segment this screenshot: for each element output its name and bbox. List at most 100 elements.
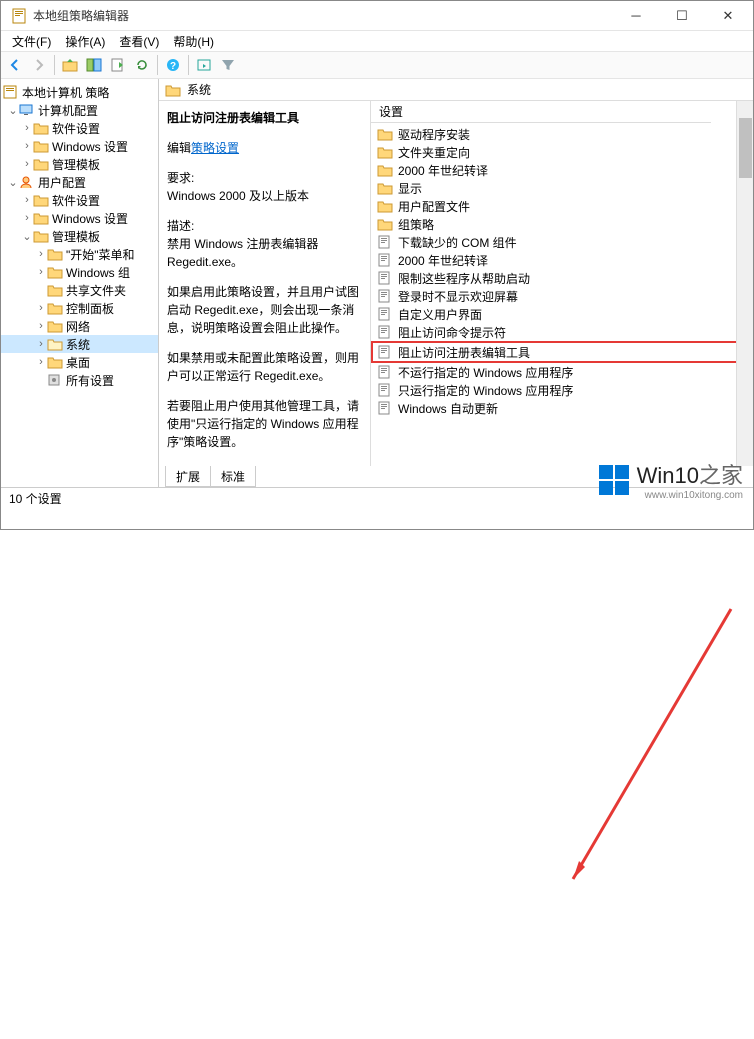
filter-button[interactable] <box>217 54 239 76</box>
expand-icon[interactable]: › <box>35 302 47 314</box>
tree-item[interactable]: ›软件设置 <box>1 119 158 137</box>
help-button[interactable]: ? <box>162 54 184 76</box>
tree-label: Windows 组 <box>66 264 130 281</box>
annotation-arrow <box>1 509 754 1039</box>
tree-item[interactable]: ›"开始"菜单和 <box>1 245 158 263</box>
policy-icon <box>3 85 19 99</box>
win-logo-icon <box>599 465 629 495</box>
item-label: 登录时不显示欢迎屏幕 <box>398 288 518 305</box>
refresh-button[interactable] <box>131 54 153 76</box>
folder-icon <box>377 199 393 213</box>
policy-icon <box>377 307 393 321</box>
forward-button[interactable] <box>28 54 50 76</box>
menubar: 文件(F) 操作(A) 查看(V) 帮助(H) <box>1 31 753 51</box>
separator <box>157 55 158 75</box>
expand-icon[interactable]: › <box>21 212 33 224</box>
expand-icon[interactable]: › <box>35 356 47 368</box>
list-item[interactable]: 2000 年世纪转译 <box>371 161 753 179</box>
tree-item[interactable]: › Windows 组 <box>1 263 158 281</box>
tree-item[interactable]: ›控制面板 <box>1 299 158 317</box>
folder-icon <box>377 181 393 195</box>
scrollbar-thumb[interactable] <box>739 118 752 178</box>
wm-brand: Win10 <box>637 463 699 488</box>
tree-item[interactable]: › 桌面 <box>1 353 158 371</box>
collapse-icon[interactable]: ⌄ <box>7 104 19 117</box>
list-item[interactable]: 下载缺少的 COM 组件 <box>371 233 753 251</box>
close-button[interactable]: ✕ <box>705 1 751 31</box>
tree-pane[interactable]: 本地计算机 策略 ⌄ 计算机配置 › 软件设置 ›Windows 设置 ›管理模板… <box>1 79 159 487</box>
scrollbar[interactable] <box>736 101 753 466</box>
up-button[interactable] <box>59 54 81 76</box>
tab-extended[interactable]: 扩展 <box>165 466 211 487</box>
folder-icon <box>33 121 49 135</box>
tree-item[interactable]: ›管理模板 <box>1 155 158 173</box>
header-title: 系统 <box>187 81 211 98</box>
menu-file[interactable]: 文件(F) <box>7 32 56 51</box>
collapse-icon[interactable]: ⌄ <box>7 176 19 189</box>
tree-item[interactable]: 共享文件夹 <box>1 281 158 299</box>
list-item[interactable]: 限制这些程序从帮助启动 <box>371 269 753 287</box>
back-button[interactable] <box>4 54 26 76</box>
expand-icon[interactable]: › <box>35 266 47 278</box>
tree-admin-templates[interactable]: ⌄管理模板 <box>1 227 158 245</box>
expand-icon[interactable]: › <box>21 122 33 134</box>
tree-label: 本地计算机 策略 <box>22 84 109 101</box>
tree-item-system[interactable]: ›系统 <box>1 335 158 353</box>
column-header[interactable]: 设置 <box>371 101 711 123</box>
settings-icon <box>47 373 63 387</box>
item-label: 2000 年世纪转译 <box>398 252 488 269</box>
collapse-icon[interactable]: ⌄ <box>21 230 33 243</box>
list-item[interactable]: Windows 自动更新 <box>371 399 753 417</box>
tree-label: 软件设置 <box>52 192 100 209</box>
item-label: Windows 自动更新 <box>398 400 498 417</box>
policy-icon <box>377 253 393 267</box>
tree-user-config[interactable]: ⌄ 用户配置 <box>1 173 158 191</box>
item-label: 阻止访问命令提示符 <box>398 324 506 341</box>
export-button[interactable] <box>107 54 129 76</box>
policy-settings-link[interactable]: 策略设置 <box>191 141 239 155</box>
list-item[interactable]: 2000 年世纪转译 <box>371 251 753 269</box>
expand-icon[interactable]: › <box>35 248 47 260</box>
tree-root[interactable]: 本地计算机 策略 <box>1 83 158 101</box>
menu-action[interactable]: 操作(A) <box>60 32 110 51</box>
list-item[interactable]: 登录时不显示欢迎屏幕 <box>371 287 753 305</box>
list-item[interactable]: 显示 <box>371 179 753 197</box>
list-item[interactable]: 用户配置文件 <box>371 197 753 215</box>
tab-standard[interactable]: 标准 <box>211 466 256 487</box>
menu-view[interactable]: 查看(V) <box>114 32 164 51</box>
maximize-button[interactable]: ☐ <box>659 1 705 31</box>
tree-item[interactable]: › 软件设置 <box>1 191 158 209</box>
expand-icon[interactable]: › <box>21 140 33 152</box>
expand-icon[interactable]: › <box>35 338 47 350</box>
tree-item[interactable]: ›Windows 设置 <box>1 137 158 155</box>
details-button[interactable] <box>193 54 215 76</box>
list-item[interactable]: 不运行指定的 Windows 应用程序 <box>371 363 753 381</box>
list-item[interactable]: 阻止访问命令提示符 <box>371 323 753 341</box>
list-item-highlighted[interactable]: 阻止访问注册表编辑工具 <box>371 341 753 363</box>
separator <box>54 55 55 75</box>
menu-help[interactable]: 帮助(H) <box>168 32 219 51</box>
item-label: 显示 <box>398 180 422 197</box>
tree-computer-config[interactable]: ⌄ 计算机配置 <box>1 101 158 119</box>
folder-icon <box>47 355 63 369</box>
show-hide-tree-button[interactable] <box>83 54 105 76</box>
tree-item[interactable]: ›网络 <box>1 317 158 335</box>
tree-item[interactable]: ›Windows 设置 <box>1 209 158 227</box>
expand-icon[interactable]: › <box>35 320 47 332</box>
item-label: 限制这些程序从帮助启动 <box>398 270 530 287</box>
tree-item-all-settings[interactable]: 所有设置 <box>1 371 158 389</box>
folder-icon <box>33 229 49 243</box>
list-item[interactable]: 自定义用户界面 <box>371 305 753 323</box>
expand-icon[interactable]: › <box>21 194 33 206</box>
tree-label: 共享文件夹 <box>66 282 126 299</box>
policy-icon <box>377 325 393 339</box>
list-item[interactable]: 驱动程序安装 <box>371 125 753 143</box>
list-item[interactable]: 组策略 <box>371 215 753 233</box>
minimize-button[interactable]: ─ <box>613 1 659 31</box>
list-item[interactable]: 文件夹重定向 <box>371 143 753 161</box>
expand-icon[interactable]: › <box>21 158 33 170</box>
policy-icon <box>377 365 393 379</box>
tree-label: 桌面 <box>66 354 90 371</box>
list-item[interactable]: 只运行指定的 Windows 应用程序 <box>371 381 753 399</box>
computer-icon <box>19 103 35 117</box>
